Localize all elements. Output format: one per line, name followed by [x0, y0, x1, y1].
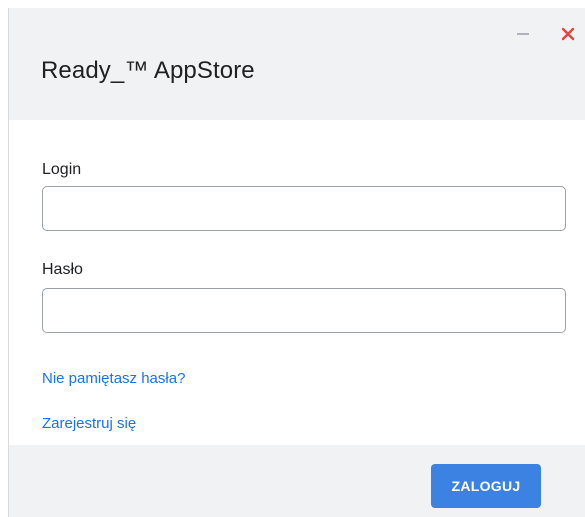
close-icon: [561, 27, 575, 41]
minimize-icon: [517, 33, 529, 35]
forgot-password-link[interactable]: Nie pamiętasz hasła?: [42, 370, 185, 387]
minimize-button[interactable]: [511, 22, 535, 46]
close-button[interactable]: [556, 22, 580, 46]
title-bar: Ready_™ AppStore: [9, 8, 585, 120]
footer-bar: ZALOGUJ: [9, 445, 585, 517]
login-input[interactable]: [42, 186, 566, 231]
login-window: Ready_™ AppStore Login Hasło Nie pamięta…: [8, 8, 585, 517]
password-input[interactable]: [42, 288, 566, 333]
window-title: Ready_™ AppStore: [41, 57, 255, 84]
register-link[interactable]: Zarejestruj się: [42, 415, 136, 432]
password-label: Hasło: [42, 261, 83, 278]
login-button[interactable]: ZALOGUJ: [431, 464, 541, 508]
login-label: Login: [42, 161, 82, 178]
